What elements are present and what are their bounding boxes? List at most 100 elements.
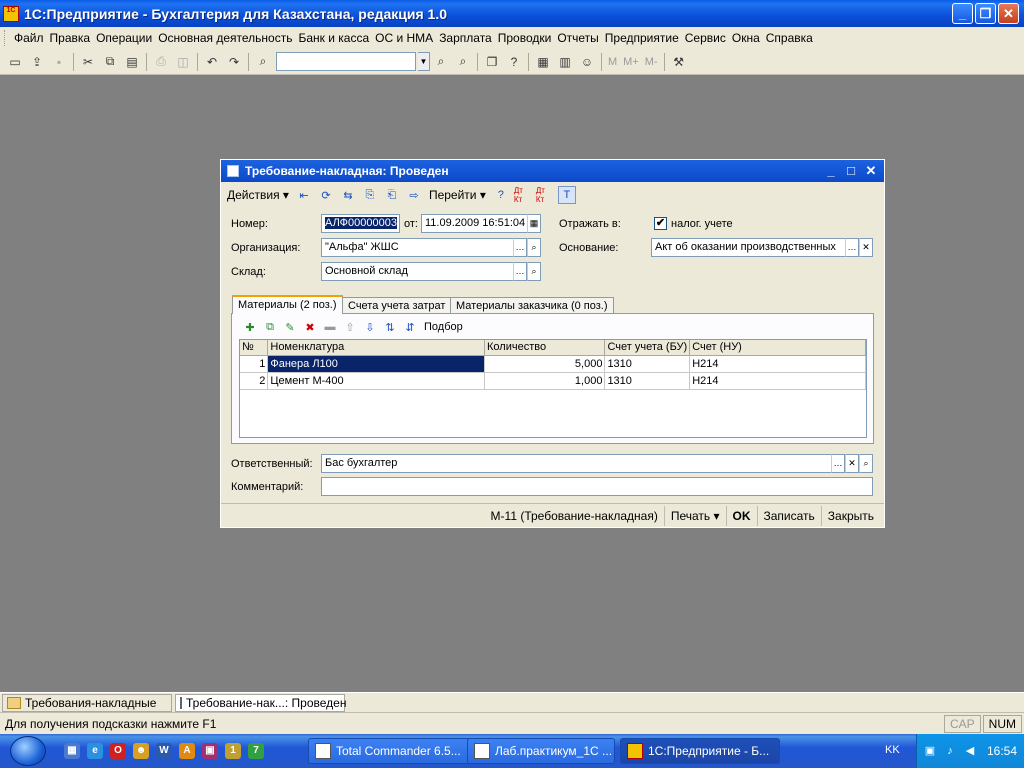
task-1c-enterprise[interactable]: 1С:Предприятие - Б... <box>620 738 780 764</box>
aimp-icon[interactable]: A <box>179 743 195 759</box>
print-form-button[interactable]: М-11 (Требование-накладная) <box>485 506 664 526</box>
ie-icon[interactable]: e <box>87 743 103 759</box>
dt-kt-icon[interactable]: Дт Кт <box>514 186 532 204</box>
row-account-nu[interactable]: Н214 <box>689 372 866 390</box>
ok-button[interactable]: OK <box>725 505 757 526</box>
row-account-nu[interactable]: Н214 <box>689 355 866 373</box>
show-desktop-icon[interactable]: ▦ <box>64 743 80 759</box>
doc-minimize-button[interactable]: _ <box>823 163 839 179</box>
column-header-number[interactable]: № <box>240 340 269 356</box>
help-icon[interactable]: ? <box>505 53 523 71</box>
organization-field[interactable]: "Альфа" ЖШС <box>321 238 514 257</box>
post-doc-icon[interactable]: ⎘ <box>361 186 379 204</box>
window-tab-requisition-doc[interactable]: Требование-нак...: Проведен <box>175 694 346 712</box>
doc-maximize-button[interactable]: □ <box>843 163 859 179</box>
tools-icon[interactable]: ⚒ <box>670 53 688 71</box>
undo-icon[interactable]: ↶ <box>203 53 221 71</box>
row-quantity[interactable]: 1,000 <box>484 372 606 390</box>
edit-row-icon[interactable]: ✎ <box>281 318 299 336</box>
responsible-select-button[interactable]: … <box>831 454 845 473</box>
skype-icon[interactable]: ☻ <box>133 743 149 759</box>
table-row[interactable]: 2 Цемент М-400 1,000 1310 Н214 <box>240 372 866 390</box>
end-edit-icon[interactable]: ▬ <box>321 318 339 336</box>
refresh-icon[interactable]: ⟳ <box>317 186 335 204</box>
row-quantity[interactable]: 5,000 <box>484 355 606 373</box>
actions-menu-button[interactable]: Действия ▾ <box>223 185 293 205</box>
window-tab-requisitions-list[interactable]: Требования-накладные <box>2 694 172 712</box>
search-dropdown-icon[interactable]: ▼ <box>418 52 430 71</box>
organization-open-icon[interactable]: ⌕ <box>527 238 541 257</box>
toolbar-search-input[interactable] <box>276 52 416 71</box>
volume-icon[interactable]: ◀ <box>963 744 977 758</box>
calculator-icon[interactable]: ▦ <box>534 53 552 71</box>
menu-fixed-assets[interactable]: ОС и НМА <box>372 31 436 45</box>
word-icon[interactable]: W <box>156 743 172 759</box>
menu-windows[interactable]: Окна <box>729 31 763 45</box>
close-doc-button[interactable]: Закрыть <box>820 505 880 526</box>
archive-icon[interactable]: 7 <box>248 743 264 759</box>
back-arrow-icon[interactable]: ⇤ <box>295 186 313 204</box>
restore-button[interactable]: ❐ <box>975 3 996 24</box>
open-icon[interactable]: ⇪ <box>28 53 46 71</box>
sort-asc-icon[interactable]: ⇅ <box>381 318 399 336</box>
responsible-field[interactable]: Бас бухгалтер <box>321 454 832 473</box>
tab-cost-accounts[interactable]: Счета учета затрат <box>342 297 452 314</box>
number-field[interactable]: АЛФ00000003 <box>321 214 400 233</box>
language-indicator[interactable]: KK <box>885 744 900 756</box>
tab-materials[interactable]: Материалы (2 поз.) <box>232 295 343 314</box>
paste-icon[interactable]: ▤ <box>123 53 141 71</box>
menu-edit[interactable]: Правка <box>47 31 94 45</box>
find-next-icon[interactable]: ⌕ <box>432 53 450 71</box>
redo-icon[interactable]: ↷ <box>225 53 243 71</box>
memory-button[interactable]: M <box>608 56 617 68</box>
row-account-bu[interactable]: 1310 <box>604 372 691 390</box>
minimize-button[interactable]: _ <box>952 3 973 24</box>
move-up-icon[interactable]: ⇧ <box>341 318 359 336</box>
find-icon[interactable]: ⌕ <box>254 53 272 71</box>
save-button[interactable]: Записать <box>756 505 821 526</box>
copy-icon[interactable]: ⧉ <box>101 53 119 71</box>
print-icon[interactable]: ⎙ <box>152 53 170 71</box>
responsible-clear-icon[interactable]: ✕ <box>845 454 859 473</box>
new-doc-icon[interactable]: ▭ <box>6 53 24 71</box>
sort-desc-icon[interactable]: ⇵ <box>401 318 419 336</box>
menu-reports[interactable]: Отчеты <box>554 31 601 45</box>
close-button[interactable]: ✕ <box>998 3 1019 24</box>
create-based-icon[interactable]: ⇨ <box>405 186 423 204</box>
opera-icon[interactable]: O <box>110 743 126 759</box>
basis-clear-icon[interactable]: ✕ <box>859 238 873 257</box>
app-icon[interactable]: ▣ <box>202 743 218 759</box>
organization-select-button[interactable]: … <box>513 238 527 257</box>
copy-row-icon[interactable]: ⧉ <box>261 318 279 336</box>
column-header-item[interactable]: Номенклатура <box>267 340 485 356</box>
find-prev-icon[interactable]: ⌕ <box>454 53 472 71</box>
column-header-account-nu[interactable]: Счет (НУ) <box>689 340 866 356</box>
task-lab-practicum[interactable]: Лаб.практикум_1С ... <box>467 738 615 764</box>
menu-help[interactable]: Справка <box>763 31 816 45</box>
row-account-bu[interactable]: 1310 <box>604 355 691 373</box>
menu-service[interactable]: Сервис <box>682 31 729 45</box>
column-header-quantity[interactable]: Количество <box>484 340 606 356</box>
start-button[interactable] <box>10 736 46 766</box>
basis-select-button[interactable]: … <box>845 238 859 257</box>
warehouse-field[interactable]: Основной склад <box>321 262 514 281</box>
column-header-account-bu[interactable]: Счет учета (БУ) <box>604 340 691 356</box>
menu-operations[interactable]: Операции <box>93 31 155 45</box>
dt-kt-n-icon[interactable]: Дт Кт <box>536 186 554 204</box>
comment-field[interactable] <box>321 477 873 496</box>
menu-file[interactable]: Файл <box>11 31 47 45</box>
menu-enterprise[interactable]: Предприятие <box>602 31 682 45</box>
task-total-commander[interactable]: Total Commander 6.5... <box>308 738 478 764</box>
row-item[interactable]: Фанера Л100 <box>267 355 485 373</box>
text-format-icon[interactable]: T <box>557 186 576 204</box>
warehouse-select-button[interactable]: … <box>513 262 527 281</box>
menu-main-activity[interactable]: Основная деятельность <box>155 31 295 45</box>
menu-salary[interactable]: Зарплата <box>436 31 495 45</box>
menu-bank-cash[interactable]: Банк и касса <box>295 31 372 45</box>
memory-minus-button[interactable]: M- <box>645 56 658 68</box>
cut-icon[interactable]: ✂ <box>79 53 97 71</box>
calendar-picker-icon[interactable]: ▦ <box>527 214 541 233</box>
responsible-open-icon[interactable]: ⌕ <box>859 454 873 473</box>
save-icon[interactable]: ▪ <box>50 53 68 71</box>
memory-plus-button[interactable]: M+ <box>623 56 639 68</box>
